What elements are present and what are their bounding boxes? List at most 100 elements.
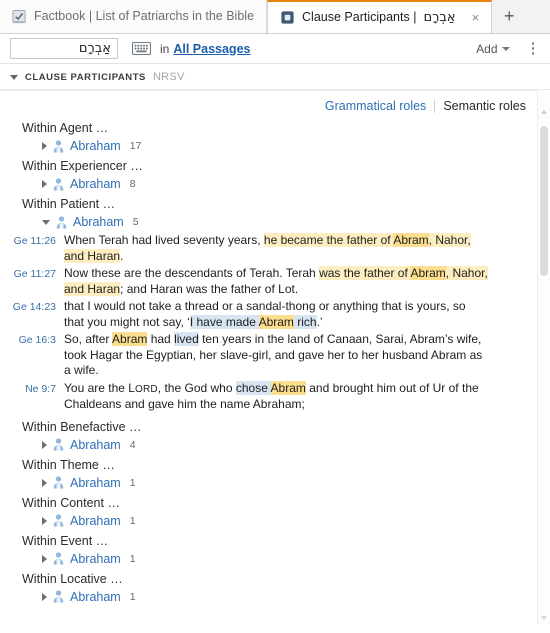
person-icon — [53, 590, 64, 603]
entity-count: 8 — [129, 178, 136, 190]
scroll-down-arrow-icon[interactable] — [538, 612, 550, 624]
entity-count: 1 — [129, 514, 136, 527]
verse-text-run: had — [147, 332, 175, 346]
divider — [0, 90, 550, 91]
roles-toggle: Grammatical roles Semantic roles — [0, 90, 550, 117]
new-tab-button[interactable]: + — [492, 0, 527, 33]
entity-name[interactable]: Abraham — [73, 215, 124, 229]
verse-reference[interactable]: Ge 11:26 — [0, 233, 64, 249]
close-icon[interactable]: × — [472, 11, 480, 24]
verse-reference[interactable]: Ge 14:23 — [0, 299, 64, 315]
tab-factbook[interactable]: Factbook | List of Patriarchs in the Bib… — [0, 0, 268, 33]
entity-count: 17 — [129, 140, 142, 152]
highlighted-text: he became the father of — [263, 233, 394, 247]
search-bar: אַבְרָם in All Passages Add — [0, 34, 550, 64]
search-input-value: אַבְרָם — [78, 41, 111, 56]
verse-reference[interactable]: Ge 16:3 — [0, 332, 64, 348]
verse-text-run: When Terah had lived seventy years, — [64, 233, 264, 247]
search-scope-link[interactable]: All Passages — [173, 42, 250, 56]
role-group-header: Within Event … — [22, 533, 109, 548]
triangle-right-icon[interactable] — [42, 516, 47, 525]
verse-row[interactable]: Ge 11:27 Now these are the descendants of… — [0, 265, 550, 298]
panel-header: CLAUSE PARTICIPANTS NRSV — [0, 64, 550, 90]
verse-text: Now these are the descendants of Terah. … — [64, 266, 550, 297]
entity-name[interactable]: Abraham — [70, 177, 121, 191]
scrollbar-thumb[interactable] — [540, 126, 548, 276]
entity-count: 5 — [132, 216, 139, 228]
role-group-list: Within Agent … Abraham 17 Within Experience… — [0, 117, 550, 606]
verse-text: When Terah had lived seventy years, he b… — [64, 233, 550, 264]
results-panel: Grammatical roles Semantic roles Within … — [0, 90, 550, 624]
entity-row-abraham[interactable]: Abraham 1 — [0, 512, 550, 530]
highlighted-text: lived — [174, 332, 199, 346]
entity-row-abraham[interactable]: Abraham 1 — [0, 550, 550, 568]
tab-clause-participants[interactable]: Clause Participants | אַבְרָם × — [267, 0, 493, 33]
tab-grammatical-roles[interactable]: Grammatical roles — [325, 99, 434, 113]
person-icon — [56, 215, 67, 228]
verse-row[interactable]: Ge 16:3 So, after Abram had lived ten yea… — [0, 331, 550, 380]
dot — [531, 52, 534, 55]
entity-row-abraham[interactable]: Abraham 4 — [0, 436, 550, 454]
factbook-icon — [12, 9, 26, 24]
search-scope-label: in — [160, 41, 170, 56]
verse-text-run: . — [120, 248, 124, 263]
vertical-scrollbar[interactable] — [537, 90, 550, 624]
verse-row[interactable]: Ge 11:26 When Terah had lived seventy yea… — [0, 232, 550, 265]
chevron-down-icon — [501, 46, 510, 51]
entity-row-abraham[interactable]: Abraham 5 — [0, 213, 550, 231]
entity-count: 1 — [129, 476, 136, 489]
verse-text: You are the LORD, the God who chose Abra… — [64, 380, 550, 413]
tab-factbook-label: Factbook | List of Patriarchs in the Bib… — [34, 9, 255, 24]
person-icon — [53, 139, 64, 152]
triangle-right-icon[interactable] — [42, 180, 47, 188]
role-group-header: Within Agent … — [22, 121, 109, 135]
verse-reference[interactable]: Ne 9:7 — [0, 381, 64, 397]
verse-reference[interactable]: Ge 11:27 — [0, 266, 64, 282]
verse-row[interactable]: Ge 14:23 that I would not take a thread o… — [0, 298, 550, 331]
tab-clause-participants-label: Clause Participants | — [302, 10, 417, 25]
verse-list: Ge 11:26 When Terah had lived seventy yea… — [0, 231, 550, 416]
highlighted-text: Abram — [393, 233, 429, 247]
highlighted-text: chose — [235, 380, 271, 395]
triangle-right-icon[interactable] — [42, 478, 47, 487]
highlighted-text: was the father of — [319, 266, 411, 280]
entity-row-abraham[interactable]: Abraham 1 — [0, 474, 550, 492]
vertical-dots-icon[interactable] — [528, 39, 539, 58]
entity-row-abraham[interactable]: Abraham 1 — [0, 588, 550, 606]
triangle-right-icon[interactable] — [42, 440, 47, 449]
verse-row[interactable]: Ne 9:7 You are the LORD, the God who chos… — [0, 380, 550, 414]
entity-name[interactable]: Abraham — [70, 438, 121, 452]
triangle-right-icon[interactable] — [42, 142, 47, 150]
divine-name-smallcaps: LORD — [128, 380, 158, 395]
role-group-header: Within Theme … — [22, 457, 115, 472]
person-icon — [53, 177, 64, 190]
entity-name[interactable]: Abraham — [70, 514, 121, 528]
entity-name[interactable]: Abraham — [70, 590, 121, 604]
highlighted-text: Abram — [258, 314, 294, 329]
highlighted-text: I have made — [189, 314, 259, 329]
search-input[interactable]: אַבְרָם — [10, 38, 118, 59]
triangle-right-icon[interactable] — [42, 554, 47, 563]
keyboard-icon[interactable] — [132, 42, 151, 55]
dot — [531, 42, 534, 45]
triangle-down-icon[interactable] — [42, 219, 50, 225]
highlighted-text: Abram — [270, 380, 306, 395]
tab-semantic-roles[interactable]: Semantic roles — [435, 99, 526, 113]
entity-row-abraham[interactable]: Abraham 8 — [0, 175, 550, 193]
triangle-right-icon[interactable] — [42, 592, 47, 601]
tab-clause-participants-hebrew: אַבְרָם — [423, 10, 456, 25]
add-button[interactable]: Add — [476, 42, 510, 56]
person-icon — [53, 476, 64, 489]
role-group-header: Within Locative … — [22, 571, 123, 586]
triangle-down-icon[interactable] — [10, 74, 18, 80]
highlighted-text: rich — [293, 314, 317, 329]
entity-row-abraham[interactable]: Abraham 17 — [0, 137, 550, 155]
entity-name[interactable]: Abraham — [70, 476, 121, 490]
verse-text: that I would not take a thread or a sand… — [64, 299, 550, 330]
entity-name[interactable]: Abraham — [70, 139, 121, 153]
tab-strip-filler — [526, 0, 550, 33]
entity-name[interactable]: Abraham — [70, 552, 121, 566]
verse-text-run: ; and Haran was the father of Lot. — [120, 281, 299, 296]
verse-text-run: You are the — [64, 380, 129, 395]
scroll-up-arrow-icon[interactable] — [538, 106, 550, 118]
